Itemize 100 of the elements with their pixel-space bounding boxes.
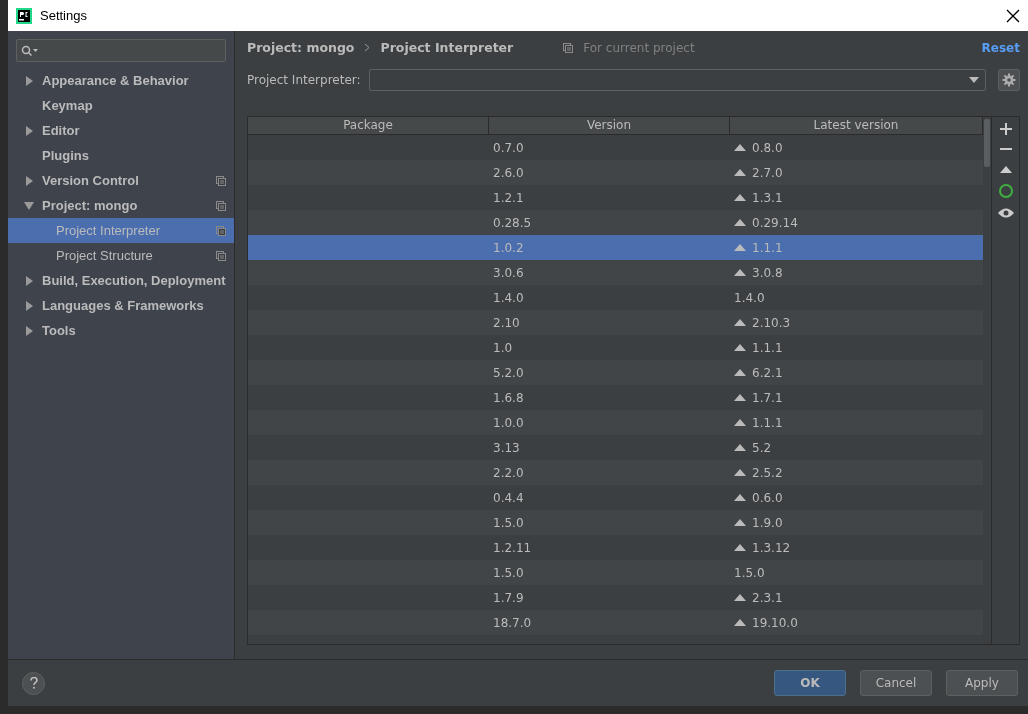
version-cell-text: 3.13: [492, 440, 521, 455]
window-title: Settings: [40, 8, 88, 23]
version-cell-text: 1.5.0: [492, 565, 525, 580]
expand-arrow-icon[interactable]: [24, 275, 34, 286]
version-cell-text: 1.5.0: [492, 515, 525, 530]
interpreter-label: Project Interpreter:: [247, 73, 361, 87]
version-cell-text: 0.7.0: [492, 140, 525, 155]
upgrade-arrow-icon: [734, 394, 746, 401]
package-row[interactable]: 2.10 2.10.3: [248, 310, 983, 335]
dialog-button[interactable]: Cancel: [860, 670, 932, 696]
sidebar-item[interactable]: Appearance & Behavior: [8, 68, 234, 93]
reset-link[interactable]: Reset: [981, 40, 1020, 55]
upgrade-arrow-icon: [734, 419, 746, 426]
latest-version-cell: 1.3.1: [730, 190, 983, 205]
version-cell-text: 1.2.11: [492, 540, 533, 555]
sidebar-item[interactable]: Tools: [8, 318, 234, 343]
upgrade-arrow-icon: [734, 144, 746, 151]
upgrade-arrow-icon: [734, 219, 746, 226]
upgrade-arrow-icon: [734, 444, 746, 451]
upgrade-arrow-icon: [734, 369, 746, 376]
version-cell-text: 2.6.0: [492, 165, 525, 180]
search-icon: [21, 44, 39, 57]
version-cell-text: 1.6.8: [492, 390, 525, 405]
breadcrumb-item: Project Interpreter: [380, 40, 514, 55]
version-cell-text: 2.10: [492, 315, 521, 330]
latest-version-cell: 2.3.1: [730, 590, 983, 605]
package-row[interactable]: 1.0.0 1.1.1: [248, 410, 983, 435]
upgrade-arrow-icon: [734, 594, 746, 601]
latest-version-cell: 3.0.8: [730, 265, 983, 280]
latest-version-cell: 2.5.2: [730, 465, 983, 480]
package-row[interactable]: 18.7.0 19.10.0: [248, 610, 983, 635]
expand-arrow-icon[interactable]: [24, 75, 34, 86]
upgrade-arrow-icon: [734, 194, 746, 201]
package-row[interactable]: 2.6.0 2.7.0: [248, 160, 983, 185]
project-scope-icon: [563, 42, 574, 53]
column-header[interactable]: Package: [248, 117, 489, 134]
version-cell-text: 0.28.5: [492, 215, 533, 230]
latest-version-cell: 1.3.12: [730, 540, 983, 555]
package-row[interactable]: 2.2.0 2.5.2: [248, 460, 983, 485]
version-cell-text: 0.4.4: [492, 490, 525, 505]
version-cell-text: 5.2.0: [492, 365, 525, 380]
column-header[interactable]: Version: [489, 117, 730, 134]
latest-version-cell-text: 1.5.0: [733, 565, 766, 580]
sidebar-item[interactable]: Keymap: [8, 93, 234, 118]
sidebar-item[interactable]: Project Structure: [8, 243, 234, 268]
dialog-button[interactable]: Apply: [946, 670, 1018, 696]
package-row[interactable]: 0.28.5 0.29.14: [248, 210, 983, 235]
package-row[interactable]: 1.5.0 1.9.0: [248, 510, 983, 535]
expand-arrow-icon[interactable]: [24, 300, 34, 311]
expand-arrow-icon[interactable]: [24, 125, 34, 136]
sidebar-item[interactable]: Editor: [8, 118, 234, 143]
latest-version-cell: 6.2.1: [730, 365, 983, 380]
refresh-circle-icon[interactable]: [997, 183, 1014, 199]
add-icon[interactable]: [999, 123, 1012, 135]
sidebar-item[interactable]: Project Interpreter: [8, 218, 234, 243]
package-row[interactable]: 1.0.2 1.1.1: [248, 235, 983, 260]
latest-version-cell: 0.6.0: [730, 490, 983, 505]
upgrade-arrow-icon: [734, 619, 746, 626]
latest-version-cell: 0.29.14: [730, 215, 983, 230]
version-cell-text: 1.0.0: [492, 415, 525, 430]
settings-button[interactable]: [998, 69, 1020, 91]
version-cell-text: 1.4.0: [492, 290, 525, 305]
latest-version-cell: 1.9.0: [730, 515, 983, 530]
upgrade-arrow-icon: [734, 269, 746, 276]
search-field[interactable]: [16, 39, 226, 62]
upgrade-arrow-icon: [734, 319, 746, 326]
app-logo-icon: [16, 7, 32, 24]
latest-version-cell: 1.1.1: [730, 240, 983, 255]
eye-icon[interactable]: [997, 207, 1014, 219]
package-row[interactable]: 1.5.0 1.5.0: [248, 560, 983, 585]
ok-button[interactable]: OK: [774, 670, 846, 696]
sidebar-item[interactable]: Project: mongo: [8, 193, 234, 218]
upgrade-arrow-icon: [734, 494, 746, 501]
version-cell-text: 1.0: [492, 340, 514, 355]
latest-version-cell: 2.7.0: [730, 165, 983, 180]
expand-arrow-icon[interactable]: [24, 175, 34, 186]
latest-version-cell: 1.1.1: [730, 340, 983, 355]
latest-version-cell: 1.7.1: [730, 390, 983, 405]
upgrade-arrow-icon: [734, 344, 746, 351]
sidebar-item[interactable]: Plugins: [8, 143, 234, 168]
latest-version-cell-text: 1.4.0: [733, 290, 766, 305]
latest-version-cell: 19.10.0: [730, 615, 983, 630]
upgrade-arrow-icon: [734, 544, 746, 551]
package-row[interactable]: 3.0.6 3.0.8: [248, 260, 983, 285]
package-row[interactable]: 5.2.0 6.2.1: [248, 360, 983, 385]
version-cell-text: 1.7.9: [492, 590, 525, 605]
version-cell-text: 1.0.2: [492, 240, 525, 255]
settings-icon: [1002, 73, 1016, 87]
latest-version-cell: 5.2: [730, 440, 983, 455]
help-button[interactable]: [22, 671, 45, 695]
upgrade-arrow-icon: [734, 244, 746, 251]
sidebar-item[interactable]: Version Control: [8, 168, 234, 193]
close-icon[interactable]: [1006, 8, 1020, 23]
version-cell-text: 1.2.1: [492, 190, 525, 205]
sidebar-item[interactable]: Build, Execution, Deployment: [8, 268, 234, 293]
expand-arrow-icon[interactable]: [24, 325, 34, 336]
collapse-arrow-icon[interactable]: [24, 200, 34, 211]
latest-version-cell: 2.10.3: [730, 315, 983, 330]
sidebar-item[interactable]: Languages & Frameworks: [8, 293, 234, 318]
scope-note: For current project: [583, 40, 695, 55]
